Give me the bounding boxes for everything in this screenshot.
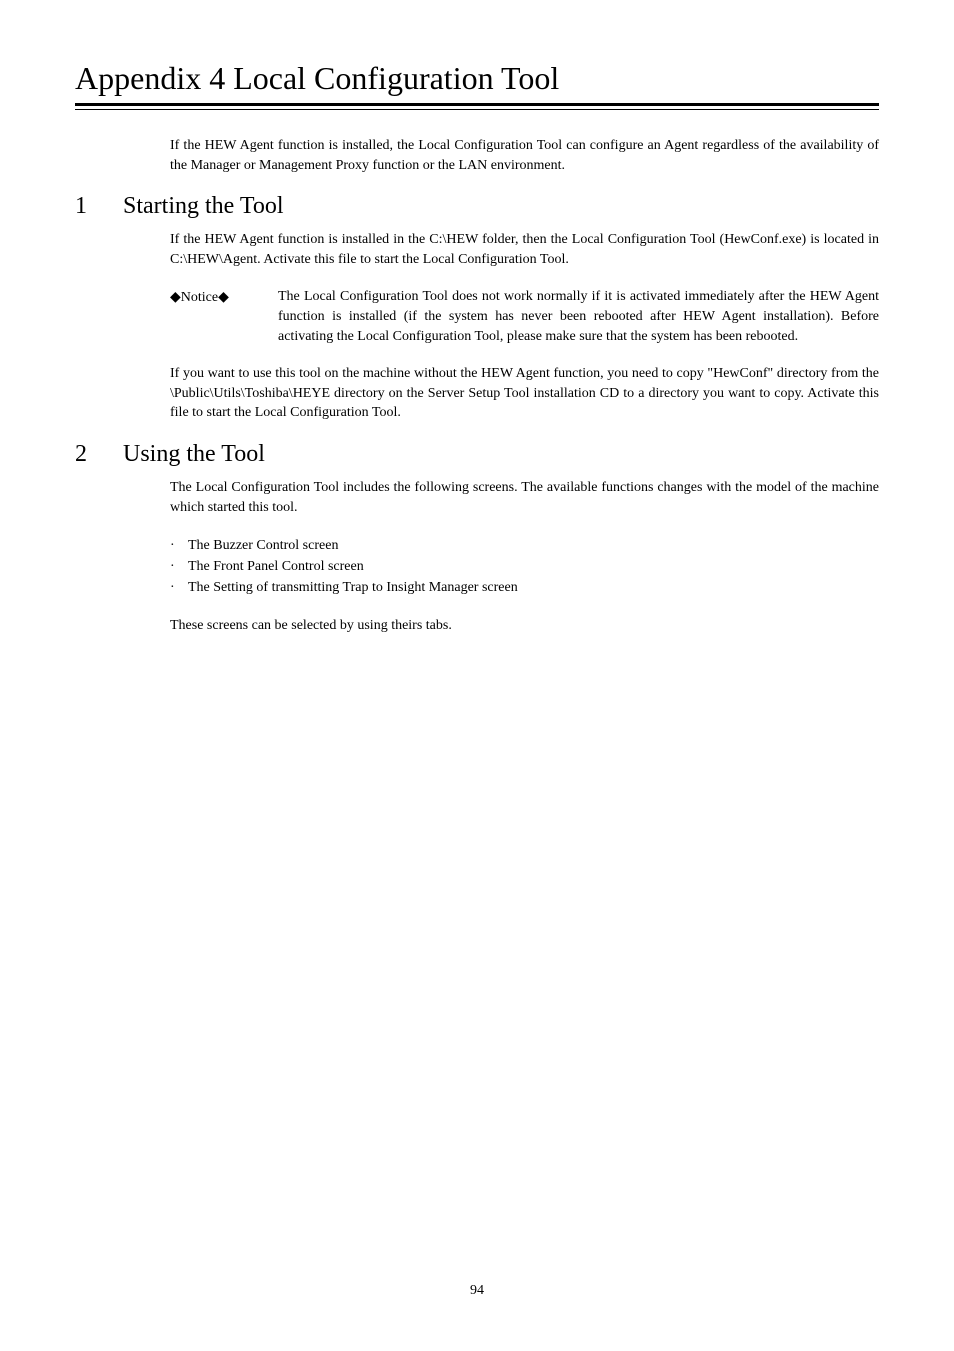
notice-block: ◆Notice◆ The Local Configuration Tool do… bbox=[170, 287, 879, 346]
section-1-para-2: If you want to use this tool on the mach… bbox=[170, 364, 879, 423]
section-2-title: Using the Tool bbox=[123, 441, 265, 468]
diamond-icon: ◆ bbox=[218, 288, 229, 304]
section-2-number: 2 bbox=[75, 441, 123, 468]
section-1-number: 1 bbox=[75, 193, 123, 220]
diamond-icon: ◆ bbox=[170, 288, 181, 304]
list-item: · The Front Panel Control screen bbox=[170, 556, 879, 577]
section-2-heading: 2 Using the Tool bbox=[75, 441, 879, 468]
intro-paragraph: If the HEW Agent function is installed, … bbox=[170, 136, 879, 175]
bullet-icon: · bbox=[170, 556, 188, 577]
bullet-text: The Buzzer Control screen bbox=[188, 535, 338, 556]
section-1-heading: 1 Starting the Tool bbox=[75, 193, 879, 220]
bullet-text: The Front Panel Control screen bbox=[188, 556, 364, 577]
bullet-text: The Setting of transmitting Trap to Insi… bbox=[188, 577, 518, 598]
notice-body: The Local Configuration Tool does not wo… bbox=[278, 287, 879, 346]
bullet-icon: · bbox=[170, 577, 188, 598]
notice-text: Notice bbox=[181, 290, 218, 305]
section-1-title: Starting the Tool bbox=[123, 193, 284, 220]
bullet-list: · The Buzzer Control screen · The Front … bbox=[170, 535, 879, 598]
page-number: 94 bbox=[0, 1283, 954, 1299]
section-2-para-2: These screens can be selected by using t… bbox=[170, 616, 879, 636]
page: Appendix 4 Local Configuration Tool If t… bbox=[0, 0, 954, 1351]
list-item: · The Buzzer Control screen bbox=[170, 535, 879, 556]
section-1-para-1: If the HEW Agent function is installed i… bbox=[170, 230, 879, 269]
page-title: Appendix 4 Local Configuration Tool bbox=[75, 60, 879, 97]
notice-label: ◆Notice◆ bbox=[170, 287, 278, 346]
section-2-para-1: The Local Configuration Tool includes th… bbox=[170, 478, 879, 517]
title-rule bbox=[75, 103, 879, 110]
bullet-icon: · bbox=[170, 535, 188, 556]
list-item: · The Setting of transmitting Trap to In… bbox=[170, 577, 879, 598]
